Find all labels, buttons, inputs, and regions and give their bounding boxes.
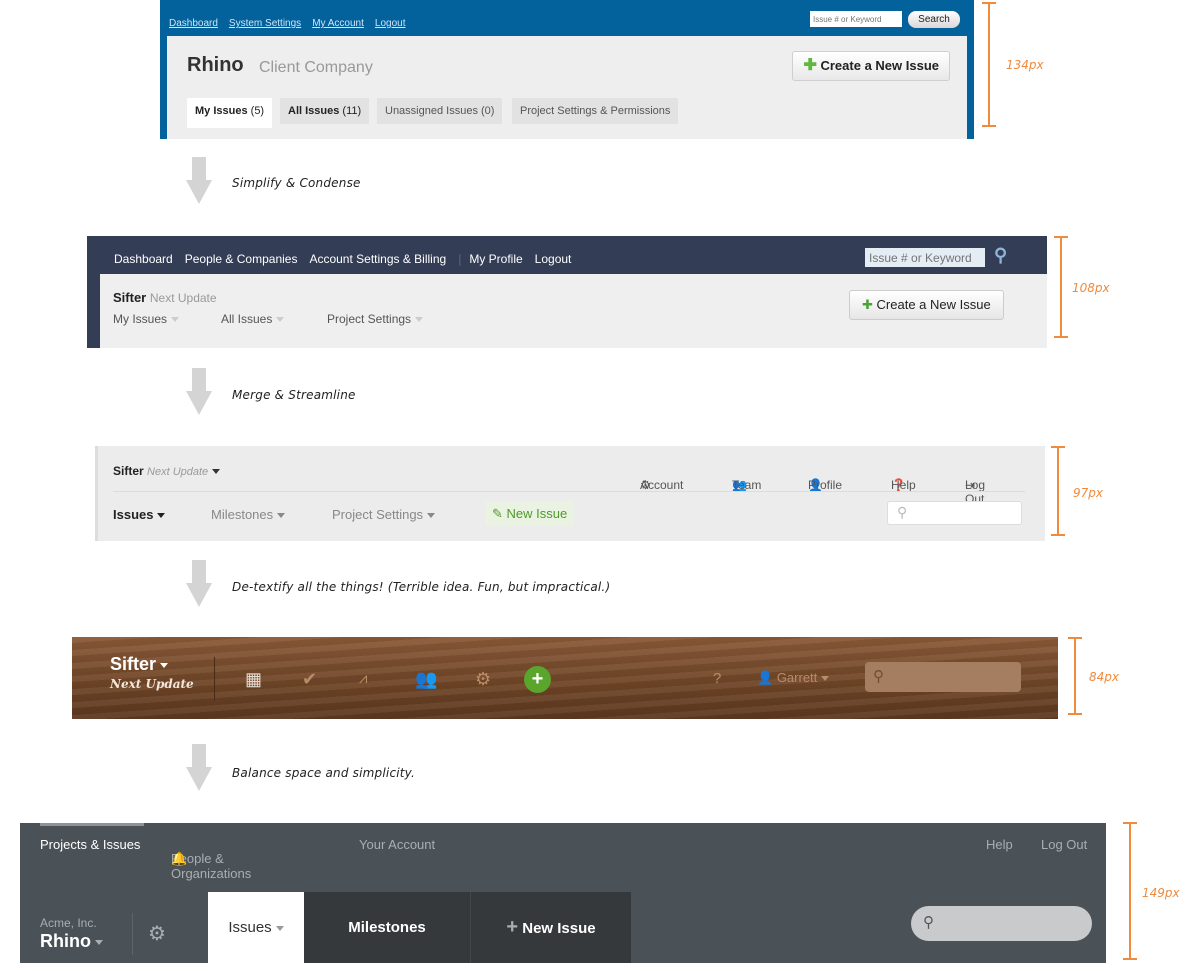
- add-icon[interactable]: +: [524, 666, 551, 693]
- nav-my-account[interactable]: My Account: [312, 18, 364, 29]
- tab-milestones[interactable]: Milestones: [304, 892, 470, 963]
- create-issue-button[interactable]: ✚ Create a New Issue: [792, 51, 950, 81]
- project-selector[interactable]: Sifter Next Update: [113, 464, 221, 478]
- nav-people-companies[interactable]: People & Companies: [185, 252, 298, 266]
- user-menu[interactable]: 👤 Garrett: [757, 670, 830, 686]
- search-input[interactable]: [865, 248, 985, 267]
- tab-all-issues[interactable]: All Issues: [221, 312, 285, 326]
- search-icon: ⚲: [897, 504, 908, 520]
- measure-v5: 149px: [1142, 886, 1180, 900]
- tab-project-settings[interactable]: Project Settings & Permissions: [512, 98, 679, 124]
- nav-dashboard[interactable]: Dashboard: [169, 18, 218, 29]
- header-v4: Sifter Next Update ▦ ✔ ⩘ 👥 ⚙ + ? 👤 Garre…: [72, 637, 1058, 719]
- nav-your-account[interactable]: Your Account: [359, 837, 435, 852]
- caption-2: Merge & Streamline: [232, 388, 356, 402]
- new-issue-button[interactable]: ✎ New Issue: [485, 501, 575, 526]
- caption-1: Simplify & Condense: [232, 176, 361, 190]
- header-v3: Sifter Next Update ⚙ Account 👥 Team 👤 Pr…: [95, 446, 1045, 541]
- tab-all-issues[interactable]: All Issues (11): [280, 98, 370, 124]
- search-icon[interactable]: ⚲: [994, 245, 1007, 266]
- search-input[interactable]: ⚲: [865, 662, 1021, 692]
- plus-icon: +: [506, 916, 519, 938]
- tab-project-settings[interactable]: Project Settings: [332, 507, 436, 522]
- milestone: Next Update: [110, 677, 194, 691]
- search-icon: ⚲: [923, 914, 934, 931]
- project-name: Rhino: [187, 54, 244, 76]
- caption-3: De-textify all the things! (Terrible ide…: [232, 580, 611, 594]
- v1-nav: Dashboard System Settings My Account Logout: [169, 13, 416, 31]
- calendar-icon[interactable]: ▦: [245, 670, 262, 688]
- caption-4: Balance space and simplicity.: [232, 766, 416, 780]
- header-v5: Projects & Issues People & Organizations…: [20, 823, 1106, 963]
- activity-icon[interactable]: ⩘: [359, 670, 367, 688]
- header-v2: Dashboard People & Companies Account Setti…: [87, 236, 1047, 348]
- create-issue-button[interactable]: ✚ Create a New Issue: [849, 290, 1004, 320]
- measure-v3: 97px: [1073, 486, 1103, 500]
- tab-issues[interactable]: Issues: [113, 507, 166, 522]
- bell-icon: 🔔: [171, 851, 188, 866]
- v2-nav: Dashboard People & Companies Account Setti…: [114, 252, 572, 266]
- nav-logout[interactable]: Logout: [375, 18, 406, 29]
- nav-dashboard[interactable]: Dashboard: [114, 252, 173, 266]
- plus-icon: ✚: [862, 297, 873, 312]
- search-button[interactable]: Search: [908, 11, 960, 28]
- nav-account-settings[interactable]: Account Settings & Billing: [309, 252, 446, 266]
- nav-projects-issues[interactable]: Projects & Issues: [40, 837, 140, 852]
- nav-logout[interactable]: Logout: [535, 252, 572, 266]
- edit-icon: ✎: [492, 506, 503, 521]
- tab-unassigned[interactable]: Unassigned Issues (0): [377, 98, 503, 124]
- tab-project-settings[interactable]: Project Settings: [327, 312, 424, 326]
- team-icon[interactable]: 👥: [415, 670, 437, 688]
- nav-help[interactable]: Help: [986, 837, 1013, 852]
- project-selector[interactable]: Rhino: [40, 931, 103, 952]
- project-selector[interactable]: Sifter: [110, 654, 169, 675]
- measure-v4: 84px: [1089, 670, 1119, 684]
- create-issue-label: Create a New Issue: [820, 58, 939, 73]
- v2-content: Sifter Next Update My Issues All Issues …: [100, 274, 1047, 348]
- user-icon: 👤: [757, 670, 774, 685]
- checkmark-icon[interactable]: ✔: [302, 670, 317, 688]
- nav-my-profile[interactable]: My Profile: [469, 252, 522, 266]
- header-v1: Dashboard System Settings My Account Logout…: [160, 0, 974, 139]
- search-input[interactable]: [810, 11, 902, 27]
- company-name: Client Company: [259, 59, 373, 76]
- tab-issues[interactable]: Issues: [208, 892, 304, 963]
- new-issue-button[interactable]: + New Issue: [470, 892, 631, 963]
- gear-icon[interactable]: ⚙: [148, 921, 166, 946]
- organization-name: Acme, Inc.: [40, 916, 97, 930]
- tab-my-issues[interactable]: My Issues: [113, 312, 180, 326]
- measure-v2: 108px: [1072, 281, 1110, 295]
- tab-milestones[interactable]: Milestones: [211, 507, 286, 522]
- search-input[interactable]: ⚲: [911, 906, 1092, 941]
- plus-icon: ✚: [803, 57, 817, 74]
- project-title: Sifter Next Update: [113, 290, 217, 305]
- tab-my-issues[interactable]: My Issues (5): [187, 98, 273, 128]
- measure-v1: 134px: [1006, 58, 1044, 72]
- v1-content: Rhino Client Company ✚ Create a New Issu…: [167, 36, 967, 139]
- nav-system-settings[interactable]: System Settings: [229, 18, 301, 29]
- nav-logout[interactable]: Log Out: [1041, 837, 1087, 852]
- search-icon: ⚲: [873, 668, 884, 685]
- gear-icon[interactable]: ⚙: [475, 670, 491, 688]
- help-icon[interactable]: ?: [713, 670, 721, 688]
